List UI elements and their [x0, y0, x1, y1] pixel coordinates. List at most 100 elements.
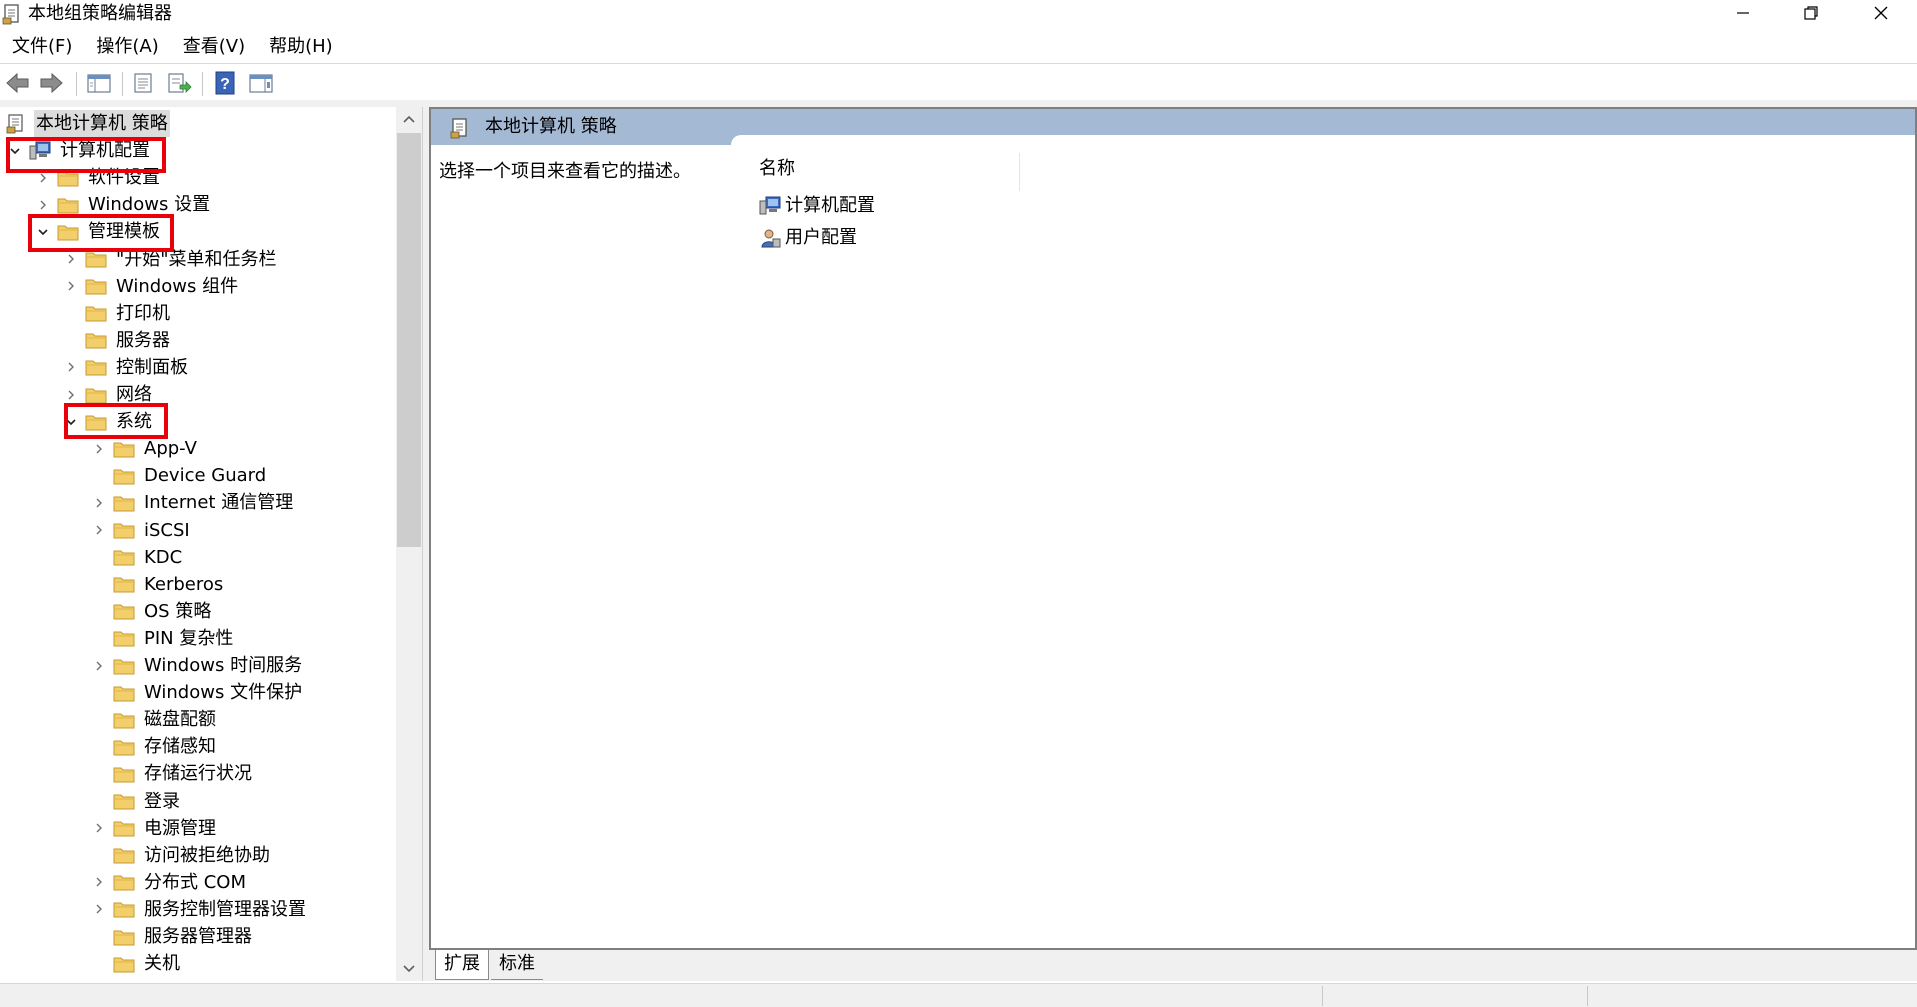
minimize-button[interactable]: [1709, 0, 1777, 26]
tree-item[interactable]: 分布式 COM: [90, 869, 248, 896]
list-item-computer-config[interactable]: 计算机配置: [759, 193, 875, 219]
close-icon: [1874, 6, 1888, 20]
tree-item[interactable]: 控制面板: [62, 354, 190, 381]
tree-item[interactable]: 服务器: [62, 327, 172, 354]
tree-scrollbar[interactable]: [396, 107, 422, 981]
tree-label: 关机: [144, 953, 180, 975]
tree-item[interactable]: PIN 复杂性: [90, 625, 235, 652]
show-hide-action-pane-button[interactable]: [246, 69, 276, 97]
chevron-right-icon[interactable]: [90, 896, 108, 923]
forward-button[interactable]: [36, 69, 66, 97]
tree-item[interactable]: 服务控制管理器设置: [90, 896, 308, 923]
tree-item[interactable]: KDC: [90, 544, 184, 571]
folder-icon: [84, 385, 108, 405]
tree-label: 访问被拒绝协助: [144, 844, 270, 866]
column-header-name[interactable]: 名称: [759, 155, 795, 183]
tree-item[interactable]: 访问被拒绝协助: [90, 842, 272, 869]
folder-icon: [112, 954, 136, 974]
highlight-box-system: [64, 403, 168, 439]
no-chevron: [90, 544, 108, 571]
tree-item[interactable]: Windows 时间服务: [90, 652, 304, 679]
list-item-user-config[interactable]: 用户配置: [759, 225, 857, 251]
tree-item[interactable]: iSCSI: [90, 517, 192, 544]
tree-item[interactable]: Windows 文件保护: [90, 679, 304, 706]
scroll-thumb[interactable]: [397, 133, 421, 547]
chevron-right-icon[interactable]: [90, 517, 108, 544]
no-chevron: [90, 706, 108, 733]
scroll-down-button[interactable]: [396, 957, 422, 981]
minimize-icon: [1737, 12, 1749, 14]
close-button[interactable]: [1847, 0, 1915, 26]
chevron-right-icon[interactable]: [90, 435, 108, 462]
restore-button[interactable]: [1777, 0, 1845, 26]
no-chevron: [90, 462, 108, 489]
restore-icon: [1804, 6, 1818, 20]
details-pane: 本地计算机 策略 选择一个项目来查看它的描述。 名称 计算机配置 用户配置: [429, 107, 1917, 950]
status-divider: [1587, 986, 1588, 1006]
tree-item[interactable]: Device Guard: [90, 462, 268, 489]
folder-icon: [112, 710, 136, 730]
tree-item[interactable]: App-V: [90, 435, 199, 462]
chevron-right-icon[interactable]: [90, 815, 108, 842]
chevron-right-icon[interactable]: [62, 354, 80, 381]
tab-extended[interactable]: 扩展: [435, 950, 489, 980]
column-divider[interactable]: [1019, 153, 1020, 191]
folder-icon: [112, 845, 136, 865]
tree-item[interactable]: 打印机: [62, 300, 172, 327]
tree-item[interactable]: OS 策略: [90, 598, 213, 625]
chevron-up-icon: [403, 115, 415, 123]
tree-item[interactable]: 服务器管理器: [90, 923, 254, 950]
folder-icon: [112, 520, 136, 540]
tree-item[interactable]: 登录: [90, 788, 182, 815]
menu-action[interactable]: 操作(A): [84, 32, 170, 62]
help-icon: ?: [215, 71, 235, 95]
no-chevron: [90, 788, 108, 815]
tree-label: 磁盘配额: [144, 709, 216, 731]
menu-file[interactable]: 文件(F): [0, 32, 84, 62]
back-button[interactable]: [3, 69, 33, 97]
chevron-right-icon[interactable]: [90, 869, 108, 896]
folder-icon: [112, 656, 136, 676]
folder-icon: [84, 330, 108, 350]
toolbar-divider: [122, 72, 123, 96]
tree-item[interactable]: 关机: [90, 950, 182, 977]
toolbar-bottom-strip: [0, 100, 1917, 107]
scroll-up-button[interactable]: [396, 107, 422, 131]
forward-arrow-icon: [40, 72, 63, 94]
help-button[interactable]: ?: [210, 69, 240, 97]
no-chevron: [90, 733, 108, 760]
no-chevron: [90, 625, 108, 652]
chevron-down-icon: [403, 965, 415, 973]
tree-label: 存储运行状况: [144, 763, 252, 785]
tree-item[interactable]: Windows 组件: [62, 273, 240, 300]
tree-item[interactable]: 磁盘配额: [90, 706, 218, 733]
chevron-right-icon[interactable]: [90, 489, 108, 516]
tree-root-local-computer-policy[interactable]: 本地计算机 策略: [2, 110, 170, 137]
chevron-right-icon[interactable]: [90, 652, 108, 679]
policy-document-icon: [2, 4, 19, 25]
properties-button[interactable]: [128, 69, 158, 97]
highlight-box-admin-templates: [28, 214, 174, 252]
tab-standard[interactable]: 标准: [491, 950, 543, 980]
user-icon: [759, 228, 781, 248]
folder-icon: [112, 737, 136, 757]
tree-label: 分布式 COM: [144, 871, 246, 893]
tree-label: 打印机: [116, 302, 170, 324]
description-text: 选择一个项目来查看它的描述。: [439, 161, 691, 182]
tree-label: Windows 组件: [116, 275, 239, 297]
export-list-button[interactable]: [164, 69, 194, 97]
tree-label: Device Guard: [144, 465, 267, 487]
show-hide-tree-button[interactable]: [84, 69, 114, 97]
chevron-right-icon[interactable]: [62, 273, 80, 300]
tree-item[interactable]: Internet 通信管理: [90, 489, 295, 516]
folder-icon: [112, 899, 136, 919]
tree-item[interactable]: 电源管理: [90, 815, 218, 842]
tree-item[interactable]: 存储运行状况: [90, 760, 254, 787]
menu-help[interactable]: 帮助(H): [257, 32, 345, 62]
tree-label: 服务器管理器: [144, 926, 252, 947]
folder-icon: [112, 601, 136, 621]
menu-view[interactable]: 查看(V): [171, 32, 257, 62]
list-item-label: 计算机配置: [785, 195, 875, 216]
tree-item[interactable]: Kerberos: [90, 571, 225, 598]
tree-item[interactable]: 存储感知: [90, 733, 218, 760]
